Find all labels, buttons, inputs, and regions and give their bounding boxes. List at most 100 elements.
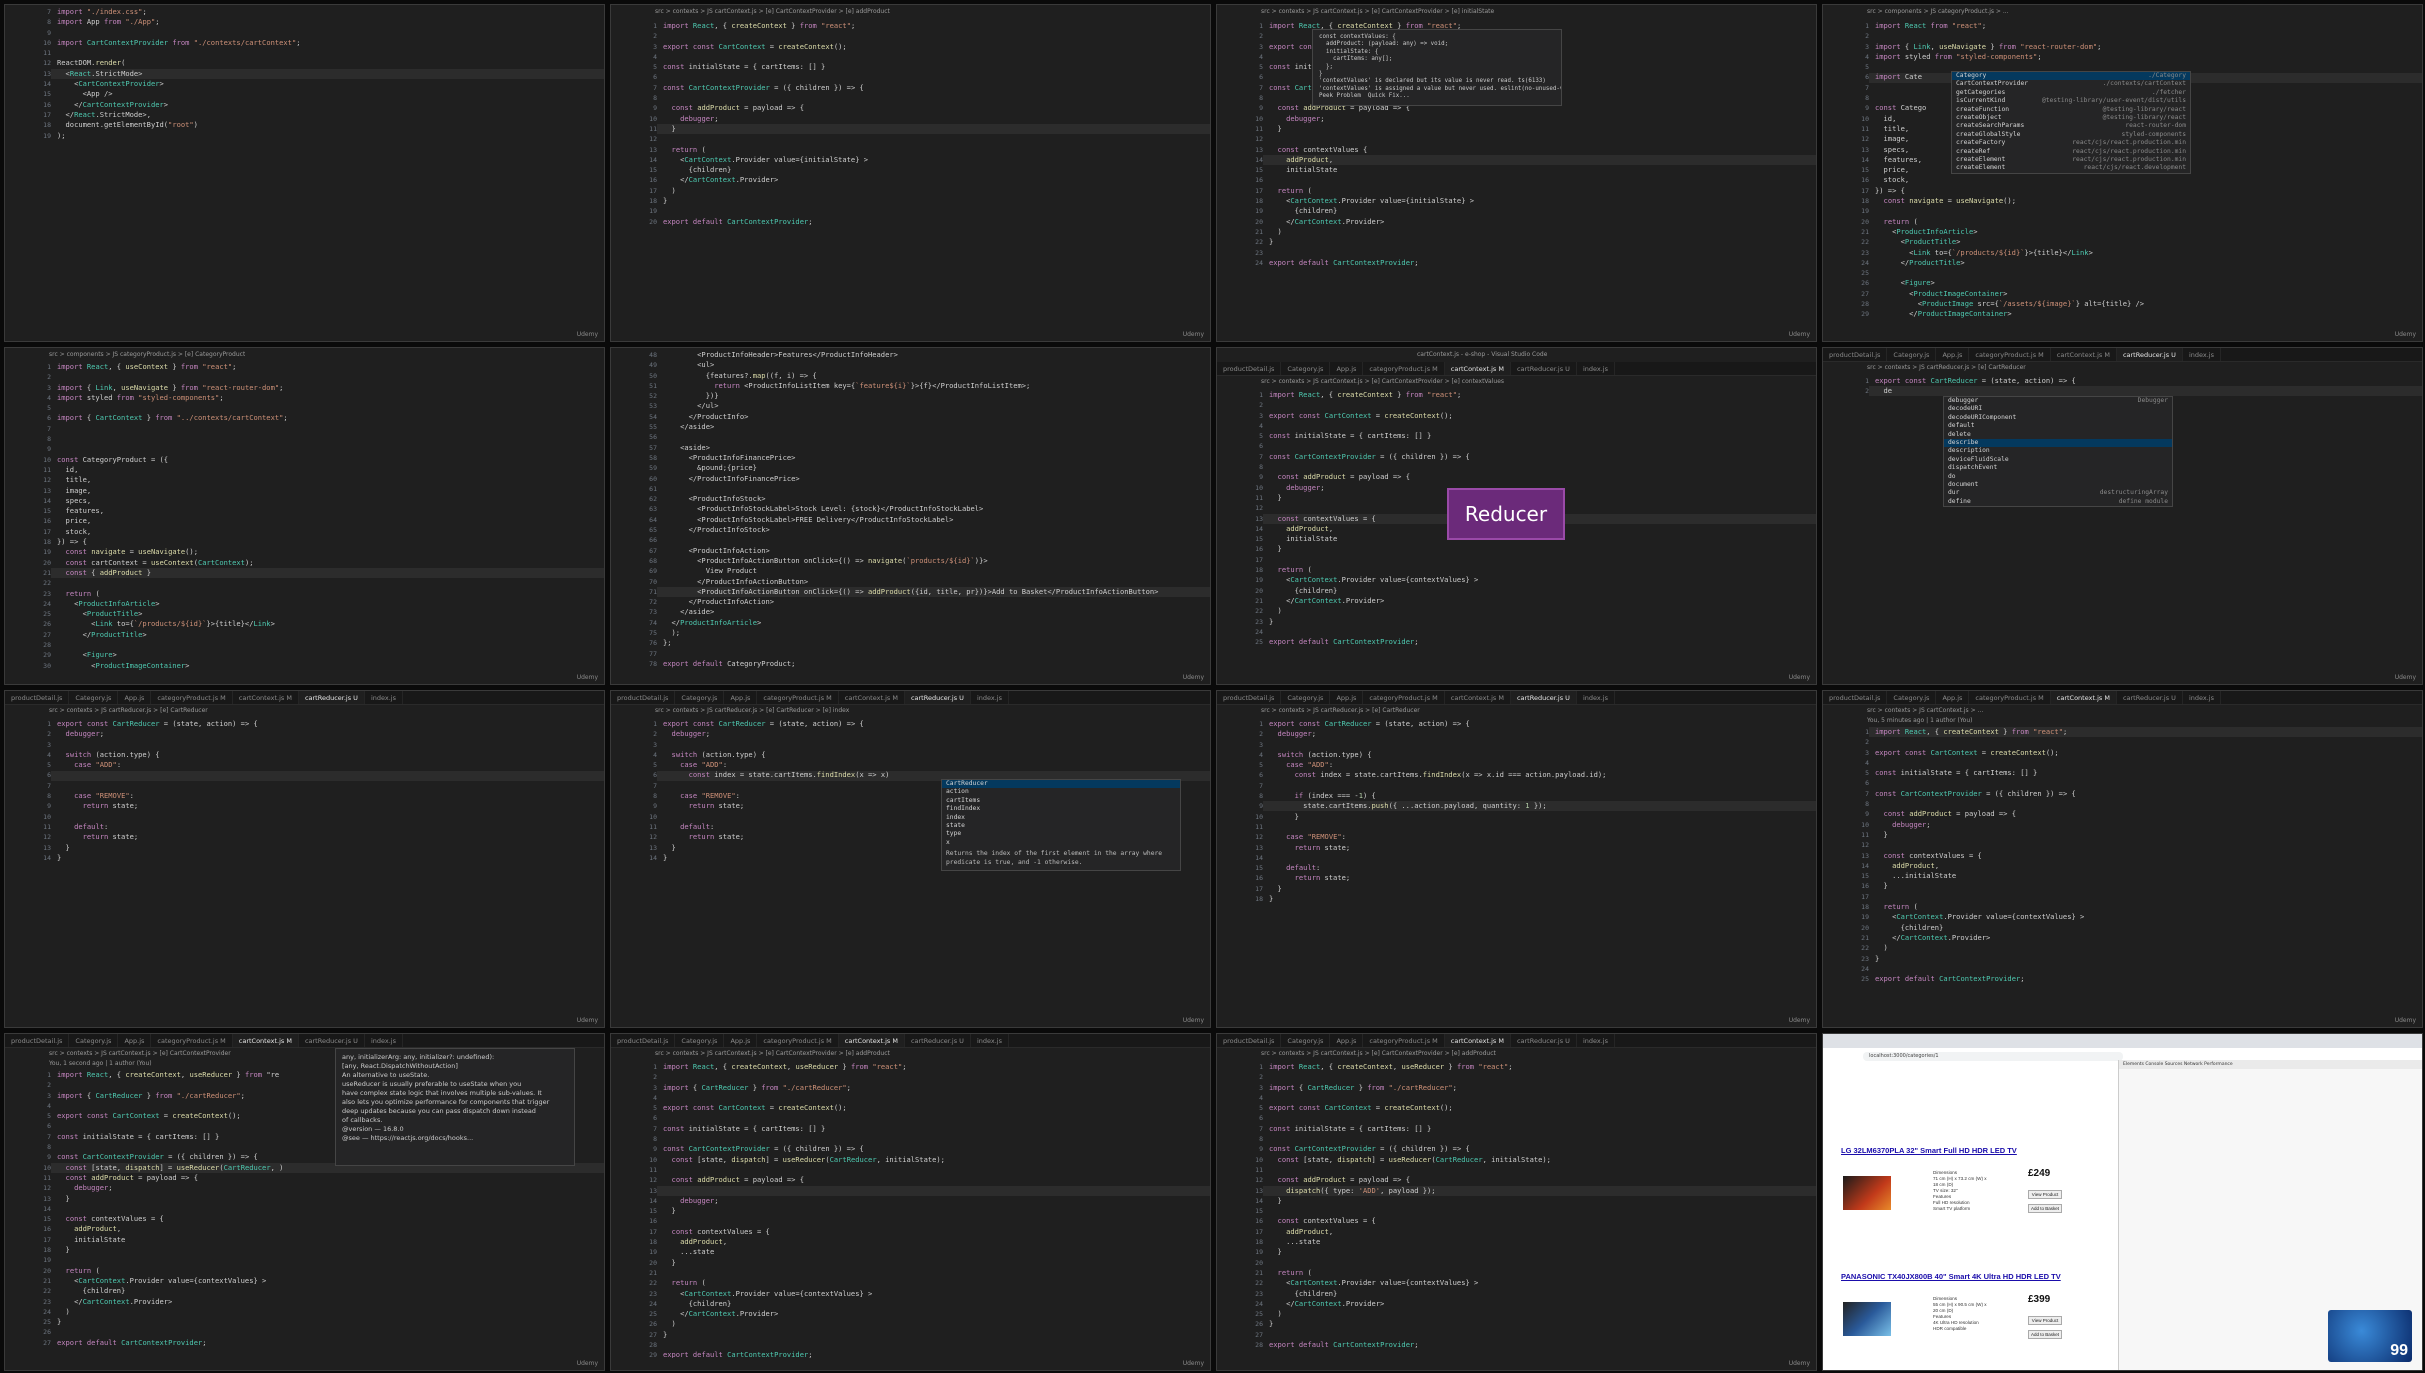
suggestion-widget[interactable]: CartReducer action cartItems findIndex index… (941, 779, 1181, 872)
editor-tab[interactable]: App.js (1330, 691, 1364, 704)
editor-tab[interactable]: cartContext.js M (2051, 348, 2117, 361)
editor-tab[interactable]: categoryProduct.js M (1363, 1034, 1445, 1047)
editor-tab[interactable]: cartReducer.js U (298, 691, 365, 704)
editor-tab[interactable]: cartContext.js M (1445, 691, 1511, 704)
editor-tab[interactable]: App.js (724, 691, 758, 704)
code-editor[interactable]: import "./index.css"; import App from "./… (57, 7, 600, 329)
editor-tab[interactable]: cartContext.js M (233, 691, 299, 704)
suggestion-item[interactable]: getCategories ./fetcher (1952, 89, 2190, 97)
editor-tab[interactable]: productDetail.js (5, 691, 70, 704)
editor-tab[interactable]: cartContext.js M (838, 1034, 905, 1047)
editor-tab[interactable]: App.js (118, 1034, 152, 1047)
suggestion-item[interactable]: decodeURI (1944, 405, 2172, 413)
suggestion-item[interactable]: description (1944, 447, 2172, 455)
editor-tab[interactable]: categoryProduct.js M (757, 1034, 839, 1047)
editor-tab[interactable]: cartReducer.js U (299, 1034, 365, 1047)
code-editor[interactable]: import React, { createContext } from "re… (663, 21, 1206, 329)
editor-tab[interactable]: Category.js (1887, 348, 1937, 361)
code-editor[interactable]: export const CartReducer = (state, actio… (57, 719, 600, 1015)
editor-tab[interactable]: categoryProduct.js M (1363, 691, 1445, 704)
editor-tab[interactable]: cartReducer.js U (2117, 691, 2183, 704)
editor-tab[interactable]: App.js (1936, 348, 1970, 361)
editor-tab[interactable]: App.js (118, 691, 152, 704)
editor-tab[interactable]: index.js (365, 1034, 403, 1047)
code-editor[interactable]: <ProductInfoHeader>Features</ProductInfo… (663, 350, 1206, 672)
editor-tab[interactable]: productDetail.js (1823, 691, 1888, 704)
product-title-link[interactable]: PANASONIC TX40JX800B 40" Smart 4K Ultra … (1841, 1272, 2061, 1281)
suggestion-item[interactable]: deviceFluidScale (1944, 456, 2172, 464)
suggestion-item[interactable]: state (942, 822, 1180, 830)
editor-tab[interactable]: Category.js (1887, 691, 1937, 704)
suggestion-item[interactable]: dur destructuringArray (1944, 489, 2172, 497)
suggestion-item[interactable]: x (942, 839, 1180, 847)
suggestion-item[interactable]: createFunction @testing-library/react (1952, 106, 2190, 114)
editor-tab[interactable]: index.js (971, 691, 1009, 704)
suggestion-item[interactable]: define define module (1944, 498, 2172, 506)
editor-tab[interactable]: cartContext.js M (1444, 362, 1511, 375)
editor-tab[interactable]: index.js (2183, 691, 2221, 704)
editor-tab[interactable]: index.js (1577, 1034, 1615, 1047)
suggestion-item[interactable]: describe (1944, 439, 2172, 448)
editor-tab[interactable]: index.js (1577, 362, 1615, 375)
editor-tab[interactable]: Category.js (1281, 1034, 1331, 1047)
devtools-tabs[interactable]: Elements Console Sources Network Perform… (2119, 1060, 2422, 1069)
suggestion-item[interactable]: createElement react/cjs/react.production.… (1952, 156, 2190, 164)
suggestion-item[interactable]: debugger Debugger (1944, 397, 2172, 405)
address-bar[interactable]: localhost:3000/categories/1 (1863, 1052, 2123, 1061)
code-editor[interactable]: import React from "react"; import { Link… (1875, 21, 2418, 329)
editor-tab[interactable]: cartContext.js M (1444, 1034, 1511, 1047)
editor-tab[interactable]: categoryProduct.js M (151, 691, 233, 704)
suggestion-item[interactable]: createGlobalStyle styled-components (1952, 131, 2190, 139)
editor-tab[interactable]: index.js (971, 1034, 1009, 1047)
suggestion-item[interactable]: CartReducer (942, 780, 1180, 789)
suggestion-item[interactable]: Category ./Category (1952, 72, 2190, 81)
code-editor[interactable]: export const CartReducer = (state, actio… (1269, 719, 1812, 1015)
editor-tab[interactable]: productDetail.js (611, 1034, 676, 1047)
editor-tab[interactable]: App.js (724, 1034, 758, 1047)
editor-tab[interactable]: categoryProduct.js M (151, 1034, 233, 1047)
suggestion-item[interactable]: cartItems (942, 797, 1180, 805)
editor-tab[interactable]: cartContext.js M (839, 691, 905, 704)
suggestion-item[interactable]: createRef react/cjs/react.production.min (1952, 148, 2190, 156)
add-to-basket-button[interactable]: Add to Basket (2028, 1204, 2062, 1213)
suggestion-item[interactable]: createFactory react/cjs/react.production.… (1952, 139, 2190, 147)
code-editor[interactable]: import React, { createContext, useReduce… (663, 1062, 1206, 1358)
code-editor[interactable]: import React, { useContext } from "react… (57, 362, 600, 672)
editor-tab[interactable]: categoryProduct.js M (1969, 348, 2051, 361)
editor-tab[interactable]: Category.js (69, 691, 119, 704)
suggestion-item[interactable]: document (1944, 481, 2172, 489)
editor-tab[interactable]: App.js (1330, 1034, 1364, 1047)
suggestion-item[interactable]: do (1944, 473, 2172, 481)
suggestion-item[interactable]: index (942, 814, 1180, 822)
editor-tab[interactable]: Category.js (69, 1034, 119, 1047)
editor-tab[interactable]: categoryProduct.js M (1363, 362, 1445, 375)
editor-tab[interactable]: cartReducer.js U (1511, 362, 1577, 375)
editor-tab[interactable]: cartReducer.js U (2116, 348, 2183, 361)
code-editor[interactable]: import React, { createContext } from "re… (1875, 727, 2418, 1015)
editor-tab[interactable]: index.js (2183, 348, 2221, 361)
editor-tab[interactable]: index.js (1577, 691, 1615, 704)
suggestion-item[interactable]: isCurrentKind @testing-library/user-event… (1952, 97, 2190, 105)
editor-tab[interactable]: productDetail.js (1217, 1034, 1282, 1047)
editor-tab[interactable]: cartReducer.js U (904, 691, 971, 704)
suggestion-item[interactable]: createObject @testing-library/react (1952, 114, 2190, 122)
editor-tab[interactable]: productDetail.js (611, 691, 676, 704)
editor-tab[interactable]: productDetail.js (1217, 691, 1282, 704)
editor-tab[interactable]: productDetail.js (5, 1034, 70, 1047)
suggestion-widget[interactable]: Category ./Category CartContextProvider ./c… (1951, 71, 2191, 174)
view-product-button[interactable]: View Product (2028, 1190, 2062, 1199)
suggestion-item[interactable]: decodeURIComponent (1944, 414, 2172, 422)
add-to-basket-button[interactable]: Add to Basket (2028, 1330, 2062, 1339)
suggestion-item[interactable]: createElement react/cjs/react.development (1952, 164, 2190, 172)
suggestion-item[interactable]: delete (1944, 431, 2172, 439)
suggestion-item[interactable]: type (942, 830, 1180, 838)
editor-tab[interactable]: cartContext.js M (2050, 691, 2117, 704)
suggestion-item[interactable]: dispatchEvent (1944, 464, 2172, 472)
editor-tab[interactable]: productDetail.js (1823, 348, 1888, 361)
editor-tab[interactable]: Category.js (1281, 691, 1331, 704)
suggestion-item[interactable]: createSearchParams react-router-dom (1952, 122, 2190, 130)
editor-tab[interactable]: App.js (1936, 691, 1970, 704)
editor-tab[interactable]: index.js (365, 691, 403, 704)
suggestion-item[interactable]: findIndex (942, 805, 1180, 813)
code-editor[interactable]: import React, { createContext, useReduce… (1269, 1062, 1812, 1358)
